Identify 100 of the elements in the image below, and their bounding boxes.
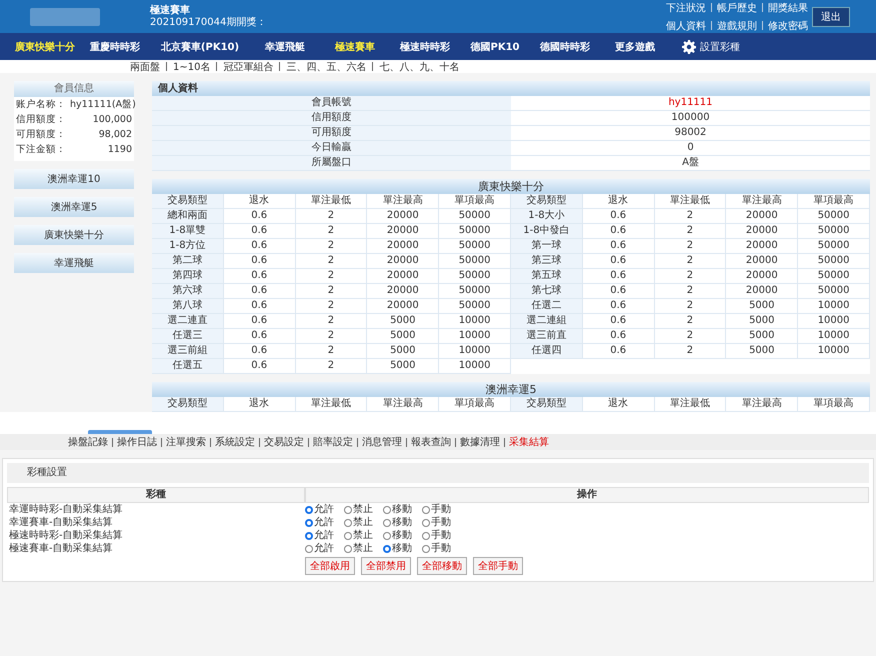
radio-option[interactable]: 禁止 (344, 542, 373, 555)
table-cell-text: A盤 (681, 156, 700, 170)
radio-option[interactable]: 手動 (422, 529, 451, 542)
header-link[interactable]: 帳戶歷史 (717, 0, 757, 14)
admin-nav-link[interactable]: 賠率設定 (313, 435, 353, 449)
table-cell: 0.6 (224, 299, 296, 314)
table-cell: 任選三 (152, 329, 224, 344)
column-header: 彩種 (7, 487, 305, 503)
table-cell: 今日輸贏 (152, 141, 511, 155)
subnav-link[interactable]: 冠亞軍組合 (223, 60, 274, 74)
header-link[interactable]: 遊戲規則 (717, 18, 757, 32)
member-value: hy11111(A盤) (70, 98, 136, 112)
bulk-action-button[interactable]: 全部移動 (417, 557, 467, 575)
bulk-action-button[interactable]: 全部手動 (473, 557, 523, 575)
table-cell: 0.6 (224, 284, 296, 299)
radio-option[interactable]: 手動 (422, 516, 451, 529)
column-header: 單注最高 (367, 194, 440, 209)
admin-nav-link[interactable]: 注單搜索 (166, 435, 206, 449)
admin-nav-link[interactable]: 報表查詢 (411, 435, 451, 449)
admin-nav-link[interactable]: 操盤記錄 (68, 435, 108, 449)
table-cell: 第七球 (511, 284, 583, 299)
table-cell: 0.6 (224, 359, 296, 374)
table-cell: 0.6 (582, 314, 655, 329)
admin-nav-link[interactable]: 系統設定 (215, 435, 255, 449)
tab-indicator (88, 430, 152, 434)
radio-option[interactable]: 移動 (383, 503, 412, 516)
radio-option[interactable]: 禁止 (344, 529, 373, 542)
panel-title: 彩種設置 (7, 463, 869, 483)
gear-icon[interactable] (682, 40, 696, 54)
table-cell: 2 (654, 269, 726, 284)
header-link[interactable]: 個人資料 (666, 18, 706, 32)
nav-tab[interactable]: 重慶時時彩 (80, 40, 150, 54)
nav-tab[interactable]: 極速時時彩 (390, 40, 460, 54)
table-cell: 會員帳號 (152, 96, 511, 110)
table-cell: 20000 (367, 224, 440, 239)
admin-nav-link[interactable]: 采集結算 (509, 435, 549, 449)
table-cell: 2 (296, 359, 368, 374)
logo-placeholder (30, 8, 100, 26)
radio-option[interactable]: 允許 (305, 529, 334, 542)
radio-option[interactable]: 手動 (422, 542, 451, 555)
bulk-action-button[interactable]: 全部禁用 (361, 557, 411, 575)
radio-option[interactable]: 移動 (383, 516, 412, 529)
column-header: 單注最高 (726, 194, 798, 209)
table-cell: 2 (296, 284, 368, 299)
radio-option[interactable]: 禁止 (344, 503, 373, 516)
table-cell: 2 (296, 254, 368, 269)
column-header: 交易類型 (511, 194, 583, 209)
table-cell: 任選二 (511, 299, 583, 314)
radio-option[interactable]: 允許 (305, 516, 334, 529)
game-button[interactable]: 澳洲幸運5 (14, 197, 134, 217)
table-cell: 0.6 (582, 299, 655, 314)
nav-tab[interactable]: 廣東快樂十分 (10, 40, 80, 54)
nav-tab[interactable]: 北京賽車(PK10) (150, 40, 250, 54)
nav-tab[interactable]: 極速賽車 (320, 40, 390, 54)
draw-number: 202109170044期開獎： (150, 16, 266, 28)
table-cell: 10000 (439, 359, 511, 374)
radio-option[interactable]: 禁止 (344, 516, 373, 529)
admin-nav-link[interactable]: 數據清理 (460, 435, 500, 449)
game-button[interactable]: 廣東快樂十分 (14, 225, 134, 245)
table-cell: 第一球 (511, 239, 583, 254)
table-cell: 2 (296, 269, 368, 284)
member-label: 下注金額： (16, 143, 66, 157)
subnav-link[interactable]: 三、四、五、六名 (286, 60, 366, 74)
subnav-link[interactable]: 1~10名 (173, 60, 210, 74)
table-cell: 20000 (367, 254, 440, 269)
settings-link[interactable]: 設置彩種 (700, 40, 740, 54)
admin-nav-link[interactable]: 消息管理 (362, 435, 402, 449)
game-title: 極速賽車 (150, 4, 191, 16)
table-cell: 選三前直 (511, 329, 583, 344)
game-button[interactable]: 澳洲幸運10 (14, 169, 134, 189)
admin-nav-link[interactable]: 操作日誌 (117, 435, 157, 449)
header-link[interactable]: 修改密碼 (768, 18, 808, 32)
table-cell: 2 (296, 329, 368, 344)
subnav-link[interactable]: 七、八、九、十名 (379, 60, 460, 74)
nav-tab[interactable]: 幸運飛艇 (250, 40, 320, 54)
nav-tab[interactable]: 德國時時彩 (530, 40, 600, 54)
header-link[interactable]: 開獎結果 (768, 0, 808, 14)
table-cell: 所屬盤口 (152, 156, 511, 170)
radio-option[interactable]: 移動 (383, 529, 412, 542)
table-cell: 20000 (367, 299, 440, 314)
column-header: 操作 (305, 487, 869, 503)
subnav-link[interactable]: 兩面盤 (130, 60, 160, 74)
bulk-action-button[interactable]: 全部啟用 (305, 557, 355, 575)
admin-nav-link[interactable]: 交易設定 (264, 435, 304, 449)
nav-tab[interactable]: 德國PK10 (460, 40, 530, 54)
member-value: 100,000 (92, 113, 132, 127)
game-button[interactable]: 幸運飛艇 (14, 253, 134, 273)
radio-option[interactable]: 允許 (305, 542, 334, 555)
nav-tab[interactable]: 更多遊戲 (600, 40, 670, 54)
table-cell: 第八球 (152, 299, 224, 314)
column-header: 退水 (224, 194, 296, 209)
section-header: 個人資料 (152, 81, 870, 96)
radio-option[interactable]: 手動 (422, 503, 451, 516)
table-cell: 第二球 (152, 254, 224, 269)
logout-button[interactable]: 退出 (812, 6, 850, 26)
radio-option[interactable]: 允許 (305, 503, 334, 516)
radio-option[interactable]: 移動 (383, 542, 412, 555)
table-cell: 5000 (367, 359, 440, 374)
header-link[interactable]: 下注狀況 (666, 0, 706, 14)
table-cell-text: 100000 (670, 111, 711, 125)
